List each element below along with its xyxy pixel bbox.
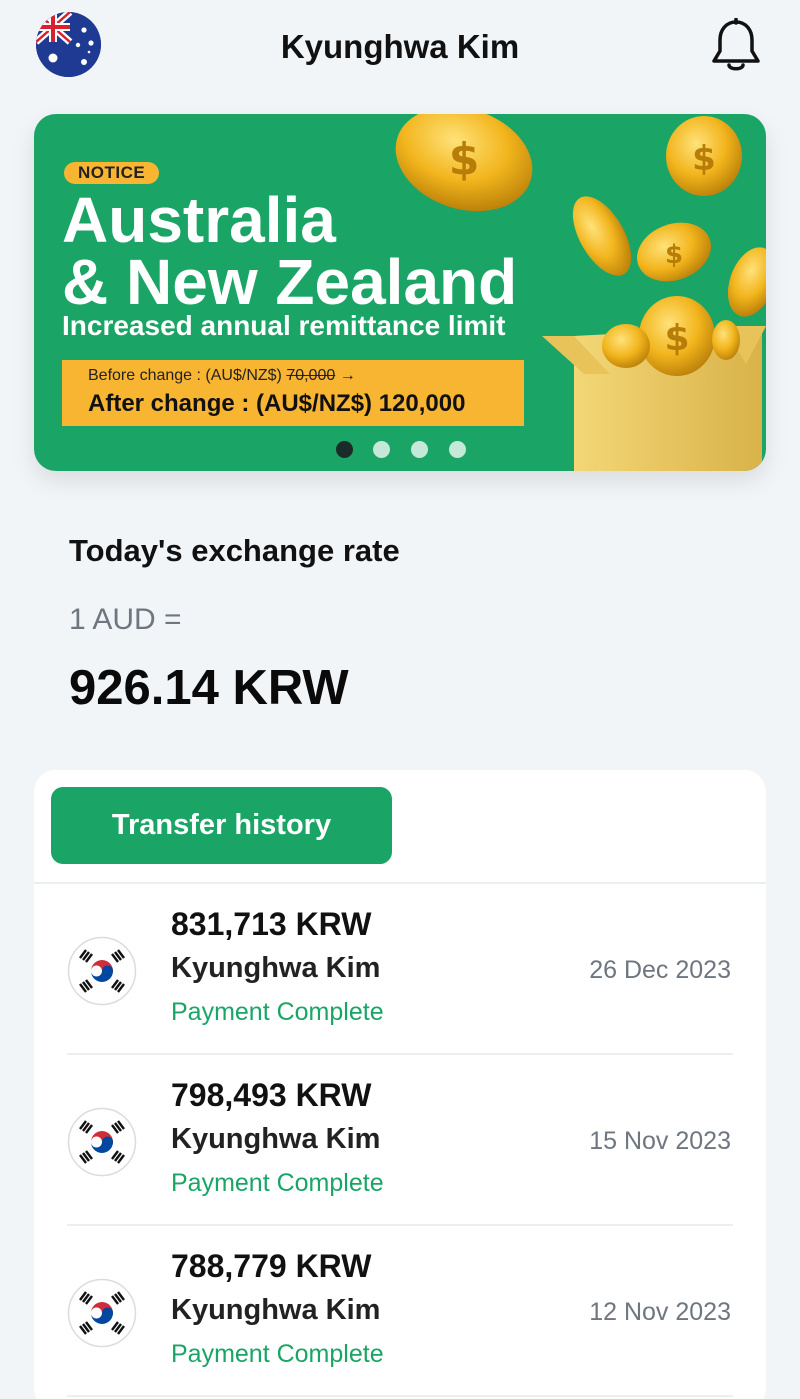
svg-text:$: $	[449, 134, 480, 185]
carousel-dot-1[interactable]	[336, 441, 353, 458]
carousel-dots	[334, 441, 474, 459]
transfer-history-card: Transfer history 831,713 KRW Kyunghwa Kim…	[34, 770, 766, 1399]
svg-text:$: $	[665, 240, 683, 270]
exchange-rate-value: 926.14 KRW	[69, 661, 349, 715]
promo-banner[interactable]: NOTICE Australia & New Zealand Increased…	[34, 114, 766, 471]
transfer-row[interactable]: 831,713 KRW Kyunghwa Kim Payment Complete 2…	[34, 884, 766, 1055]
transfer-row[interactable]: 788,779 KRW Kyunghwa Kim Payment Complete 1…	[34, 1226, 766, 1397]
payment-status: Payment Complete	[171, 1340, 384, 1368]
banner-title-line1: Australia	[62, 184, 336, 256]
transfer-date: 12 Nov 2023	[589, 1298, 731, 1326]
transfer-amount: 798,493 KRW	[171, 1077, 372, 1113]
exchange-rate-base: 1 AUD =	[69, 603, 182, 636]
exchange-rate-label: Today's exchange rate	[69, 533, 400, 568]
transfer-amount: 788,779 KRW	[171, 1248, 372, 1284]
svg-text:$: $	[664, 318, 689, 359]
transfer-history-button[interactable]: Transfer history	[51, 787, 392, 864]
korea-flag-icon	[67, 936, 137, 1006]
recipient-name: Kyunghwa Kim	[171, 1123, 381, 1155]
transfer-row[interactable]: 798,493 KRW Kyunghwa Kim Payment Complete 1…	[34, 1055, 766, 1226]
gold-coins-illustration: $ $ $ $	[374, 114, 766, 471]
carousel-dot-2[interactable]	[373, 441, 390, 458]
transfer-date: 26 Dec 2023	[589, 956, 731, 984]
recipient-name: Kyunghwa Kim	[171, 952, 381, 984]
app-header: Kyunghwa Kim	[0, 0, 800, 96]
notice-badge: NOTICE	[64, 162, 160, 184]
payment-status: Payment Complete	[171, 1169, 384, 1197]
carousel-dot-4[interactable]	[449, 441, 466, 458]
recipient-name: Kyunghwa Kim	[171, 1294, 381, 1326]
limit-before: Before change : (AU$/NZ$) 70,000 →	[88, 367, 356, 384]
page-title: Kyunghwa Kim	[280, 28, 520, 65]
transfer-date: 15 Nov 2023	[589, 1127, 731, 1155]
bell-icon[interactable]	[710, 17, 762, 74]
row-divider	[67, 1395, 733, 1397]
payment-status: Payment Complete	[171, 998, 384, 1026]
carousel-dot-3[interactable]	[411, 441, 428, 458]
korea-flag-icon	[67, 1107, 137, 1177]
transfer-amount: 831,713 KRW	[171, 906, 372, 942]
svg-text:$: $	[692, 139, 716, 179]
korea-flag-icon	[67, 1278, 137, 1348]
